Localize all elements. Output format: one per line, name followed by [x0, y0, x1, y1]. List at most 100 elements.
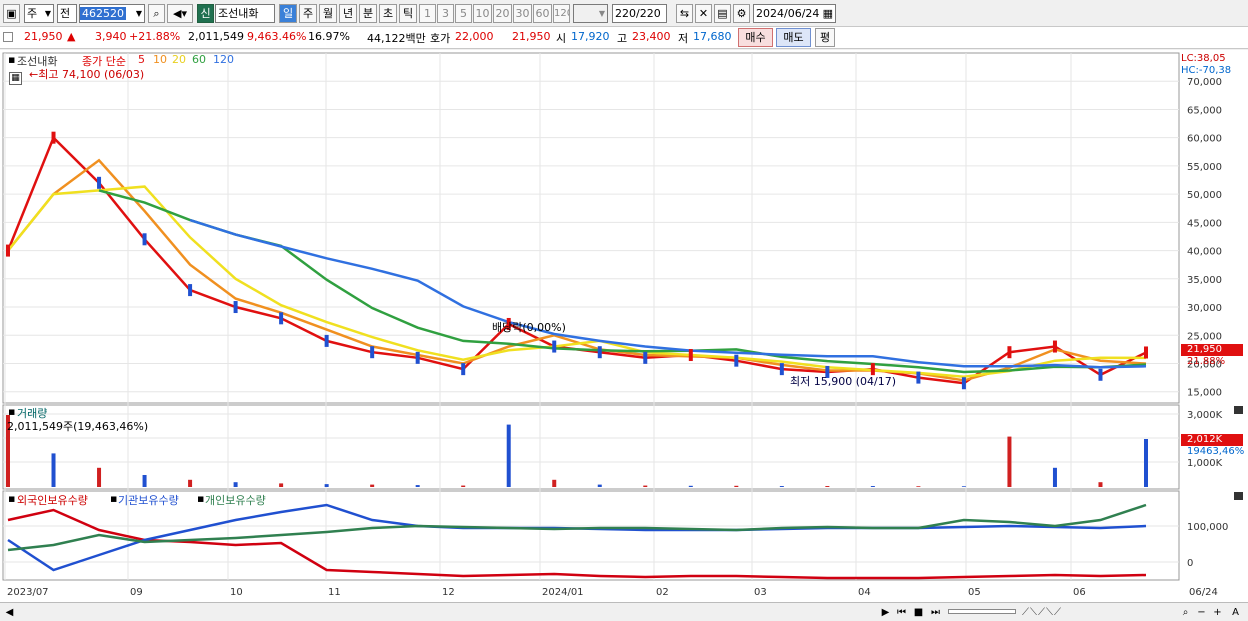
min-3[interactable]: 3 [437, 4, 454, 23]
toolbar: ▣ 주 ▼ 전 462520 ▼ ⌕ ◀▾ 신 조선내화 일 주 월 년 분 초 틱… [0, 0, 1248, 27]
calculator-icon[interactable]: ▦ [9, 72, 22, 85]
drawing-tools-icon[interactable]: ⟋⟍⟋⟍⟋ [1022, 605, 1112, 620]
stop-icon[interactable]: ■ [911, 605, 926, 620]
expand-icon[interactable] [3, 32, 13, 42]
scroll-left-icon[interactable]: ◀ [2, 605, 17, 620]
min-20[interactable]: 20 [493, 4, 512, 23]
individual-holdings-label[interactable]: 개인보유수량 [205, 492, 266, 508]
min-annotation: 최저 15,900 (04/17) [790, 375, 897, 388]
holdings-close-icon[interactable] [1234, 492, 1243, 500]
sell-button[interactable]: 매도 [776, 28, 811, 47]
volume-panel-frame [2, 404, 1180, 490]
bid: 21,950 [512, 30, 551, 43]
code-input[interactable]: 462520 ▼ [79, 4, 145, 23]
ma60-label[interactable]: 60 [192, 53, 206, 66]
period-tick[interactable]: 틱 [399, 4, 417, 23]
scroll-bar[interactable]: ◀ ▶ ⏮ ■ ⏭ ⟋⟍⟋⟍⟋ ⌕ − + A [0, 602, 1248, 621]
min-30[interactable]: 30 [513, 4, 532, 23]
legend-bullet-icon: ▪ [8, 53, 16, 66]
layout-icon[interactable]: ▣ [3, 4, 20, 23]
change-pct: +21.88% [129, 30, 181, 43]
candle [552, 340, 557, 353]
holdings-bullet-icon-2: ▪ [110, 492, 118, 505]
holdings-bullet-icon: ▪ [8, 492, 16, 505]
volume-bar [734, 485, 739, 487]
price-tick-label: 30,000 [1187, 303, 1222, 314]
candle [961, 377, 966, 390]
last-icon[interactable]: ⏭ [928, 605, 943, 620]
time-tick-label: 2024/01 [542, 587, 584, 598]
current-price-tag: 21,950 [1187, 344, 1222, 355]
market-select[interactable]: 주 ▼ [24, 4, 54, 23]
period-week[interactable]: 주 [299, 4, 317, 23]
period-year[interactable]: 년 [339, 4, 357, 23]
chart-area[interactable]: 70,000 65,000 60,000 55,000 50,000 45,000 40,0… [0, 50, 1248, 602]
period-month[interactable]: 월 [319, 4, 337, 23]
min-120[interactable]: 120 [553, 4, 570, 23]
scroll-right-icon[interactable]: ▶ [878, 605, 893, 620]
institution-holdings-label[interactable]: 기관보유수량 [118, 492, 179, 508]
ask: 22,000 [455, 30, 494, 43]
candle [688, 349, 693, 362]
gear-icon[interactable]: ⚙ [733, 4, 750, 23]
save-icon[interactable]: ▤ [714, 4, 731, 23]
buy-button[interactable]: 매수 [738, 28, 773, 47]
period-second[interactable]: 초 [379, 4, 397, 23]
min-1[interactable]: 1 [419, 4, 436, 23]
volume-bar [552, 479, 557, 487]
eval-button[interactable]: 평 [815, 28, 835, 47]
period-type[interactable]: 전 [57, 4, 77, 23]
compare-icon[interactable]: ⇆ [676, 4, 693, 23]
volume-bar [961, 486, 966, 487]
candle [6, 244, 10, 257]
volume-tick-label: 1,000K [1187, 458, 1223, 469]
zoom-icon[interactable]: ⌕ [1178, 605, 1193, 620]
foreign-holdings-label[interactable]: 외국인보유수량 [17, 492, 88, 508]
current-pct-tag: 21.88% [1187, 356, 1226, 367]
min-60[interactable]: 60 [533, 4, 552, 23]
count-input[interactable]: 220/220 [612, 4, 667, 23]
volume-bar [279, 483, 284, 487]
volume-bar [779, 486, 784, 487]
ma5-label[interactable]: 5 [138, 53, 145, 66]
period-day[interactable]: 일 [279, 4, 297, 23]
custom-min-select[interactable]: ▼ [573, 4, 608, 23]
zoom-out-icon[interactable]: − [1194, 605, 1209, 620]
quote-bar: 21,950 ▲ 3,940 +21.88% 2,011,549 9,463.4… [0, 27, 1248, 49]
lc-label: LC:38,05 [1181, 53, 1226, 64]
min-5[interactable]: 5 [455, 4, 472, 23]
stock-name[interactable]: 조선내화 [215, 4, 275, 23]
volume: 2,011,549 [188, 30, 244, 43]
time-tick-label: 05 [968, 587, 981, 598]
speaker-icon[interactable]: ◀▾ [167, 4, 193, 23]
volume-close-icon[interactable] [1234, 406, 1243, 414]
volume-bar [643, 485, 648, 487]
period-minute[interactable]: 분 [359, 4, 377, 23]
min-10[interactable]: 10 [473, 4, 492, 23]
calendar-icon[interactable]: ▦ [823, 5, 833, 22]
volume-bar [233, 482, 238, 487]
ma10-label[interactable]: 10 [153, 53, 167, 66]
candle [461, 363, 466, 376]
price-tick-label: 40,000 [1187, 247, 1222, 258]
ma20-label[interactable]: 20 [172, 53, 186, 66]
holdings-panel-frame [2, 490, 1180, 581]
crosshair-icon[interactable]: ✕ [695, 4, 712, 23]
volume-pct: 9,463.46% [247, 30, 307, 43]
first-icon[interactable]: ⏮ [894, 605, 909, 620]
volume-bar [324, 484, 329, 487]
search-icon[interactable]: ⌕ [148, 4, 165, 23]
date-input[interactable]: 2024/06/24 ▦ [753, 4, 836, 23]
change-arrow: ▲ [67, 30, 76, 43]
time-tick-label: 10 [230, 587, 243, 598]
zoom-in-icon[interactable]: + [1210, 605, 1225, 620]
zoom-slider[interactable] [948, 609, 1016, 614]
volume-bar [506, 424, 511, 487]
candle [142, 233, 147, 246]
volume-bar [370, 484, 375, 487]
font-size-icon[interactable]: A [1228, 605, 1243, 620]
chart-svg[interactable]: 70,000 65,000 60,000 55,000 50,000 45,000 40,0… [0, 50, 1248, 602]
dividend-annotation: 배당락(0,00%) [492, 321, 566, 334]
turnover: 16.97% [308, 30, 350, 43]
ma120-label[interactable]: 120 [213, 53, 234, 66]
